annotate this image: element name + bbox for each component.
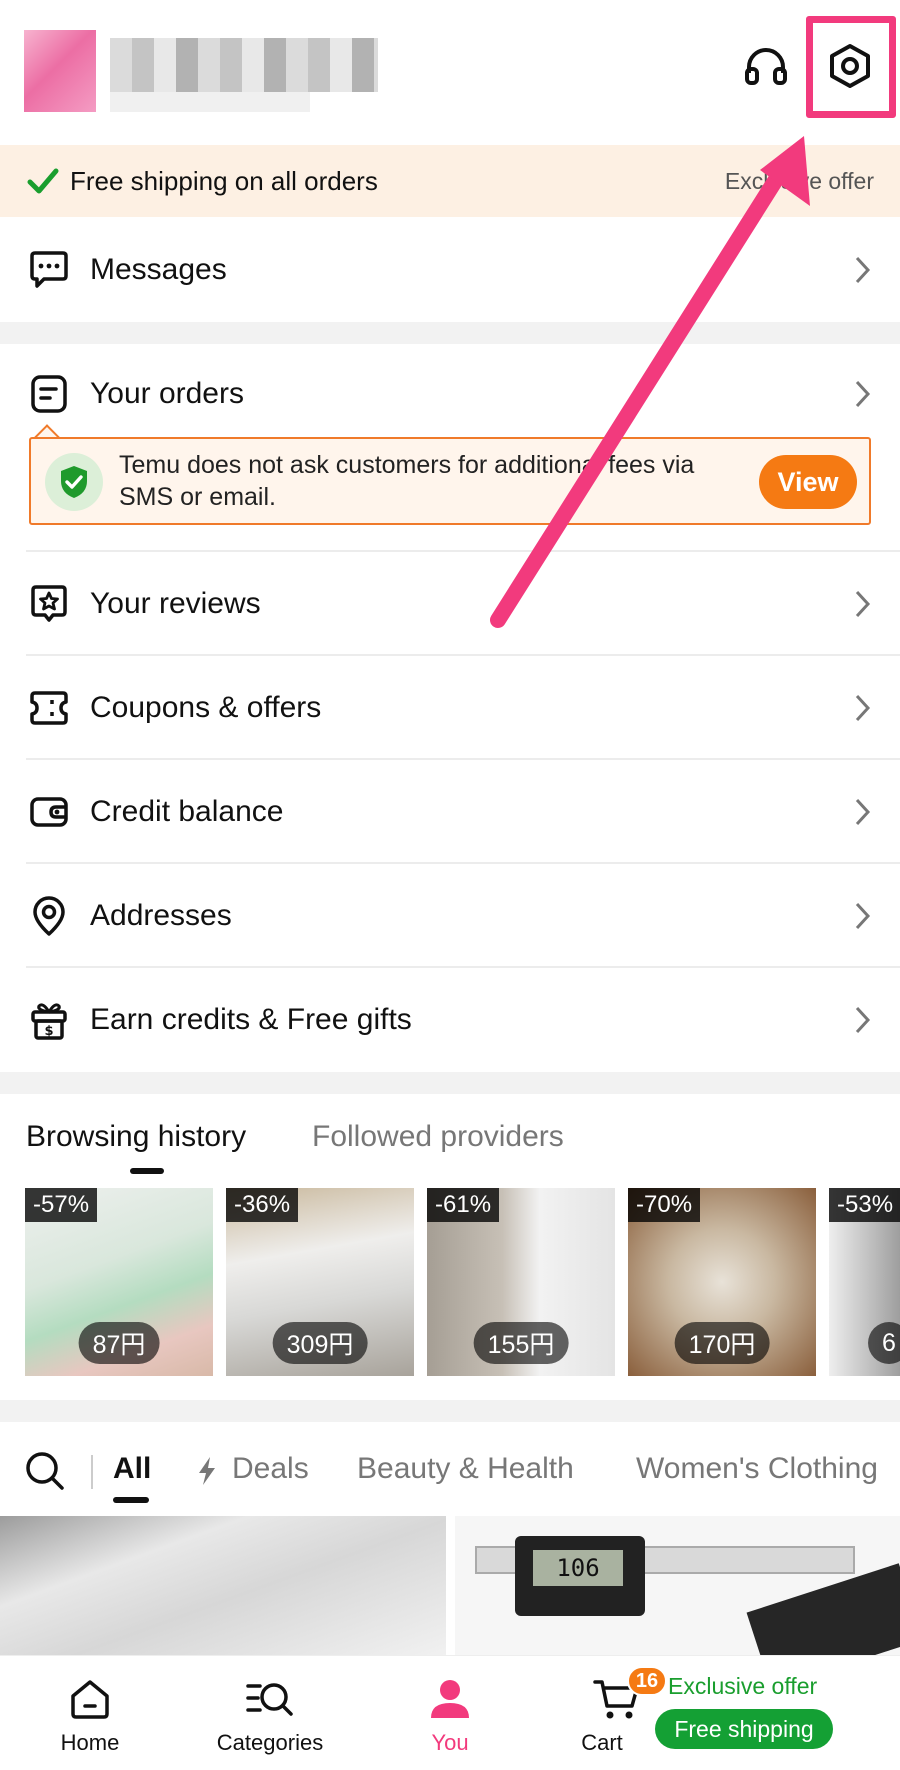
discount-badge: -36% [226,1188,299,1222]
svg-text:$: $ [44,1024,53,1039]
feed-card[interactable]: 106 [455,1516,900,1656]
price-pill: 155円 [473,1322,569,1364]
free-shipping-pill[interactable]: Free shipping [655,1709,833,1749]
tab-all[interactable]: All [113,1452,151,1486]
message-bubble-icon [26,247,72,293]
menu-item-coupons[interactable]: Coupons & offers [0,656,900,759]
menu-label: Coupons & offers [90,690,322,724]
chevron-right-icon [855,694,871,721]
feed-card[interactable] [0,1516,446,1656]
shield-icon [45,453,103,511]
menu-label: Earn credits & Free gifts [90,1003,412,1036]
chevron-right-icon [855,1006,871,1034]
nav-home[interactable]: Home [20,1672,160,1756]
promo-right-text: Exclusive offer [724,167,874,194]
nav-label: Categories [216,1730,324,1755]
person-icon [380,1672,520,1726]
promo-text: Free shipping on all orders [70,165,378,196]
discount-badge: -61% [427,1188,500,1222]
product-card[interactable]: -57% 87円 [25,1188,213,1376]
menu-label: Messages [90,252,227,286]
security-alert: Temu does not ask customers for addition… [29,437,871,525]
location-pin-icon [26,893,72,939]
product-card[interactable]: -36% 309円 [226,1188,414,1376]
menu-label: Credit balance [90,794,284,828]
product-card[interactable]: -70% 170円 [628,1188,816,1376]
chevron-right-icon [855,256,871,283]
product-card[interactable]: -53% 6 [829,1188,900,1376]
alert-message: Temu does not ask customers for addition… [119,451,695,511]
price-pill: 87円 [78,1322,160,1364]
categories-search-icon [200,1672,340,1726]
orders-icon [26,371,72,417]
discount-badge: -57% [25,1188,98,1222]
menu-label: Your orders [90,377,244,410]
username-blurred-sub [110,92,310,112]
coupon-icon [26,685,72,731]
tab-womens-clothing[interactable]: Women's Clothing [636,1452,878,1486]
check-icon [27,168,59,194]
review-star-icon [26,581,72,627]
menu-item-messages[interactable]: Messages [0,217,900,322]
section-gap [0,1400,900,1422]
caliper-box [746,1563,900,1656]
home-icon [20,1672,160,1726]
tab-active-underline [130,1168,164,1174]
discount-badge: -53% [829,1188,900,1222]
menu-label: Your reviews [90,586,261,620]
tab-followed-providers[interactable]: Followed providers [312,1120,564,1154]
section-gap [0,1072,900,1094]
chevron-right-icon [855,380,871,408]
chevron-right-icon [855,902,871,929]
menu-item-reviews[interactable]: Your reviews [0,552,900,655]
nav-you[interactable]: You [380,1672,520,1756]
menu-item-earn-credits[interactable]: $ Earn credits & Free gifts [0,968,900,1072]
product-card[interactable]: -61% 155円 [427,1188,615,1376]
settings-highlight-box [806,16,896,118]
nav-label: You [431,1730,469,1755]
view-button[interactable]: View [759,455,857,509]
headphones-icon[interactable] [736,36,796,96]
nav-label: Home [60,1730,120,1755]
username-blurred [110,38,378,92]
menu-item-orders[interactable]: Your orders [0,344,900,444]
price-pill: 170円 [674,1322,770,1364]
lightning-icon [199,1457,215,1485]
tab-deals[interactable]: Deals [232,1452,309,1486]
caliper-display: 106 [533,1550,623,1586]
search-divider [91,1455,93,1489]
gift-icon: $ [26,997,72,1043]
tab-browsing-history[interactable]: Browsing history [26,1120,246,1154]
section-gap [0,322,900,344]
menu-item-credit-balance[interactable]: Credit balance [0,760,900,863]
tab-active-underline [113,1497,149,1503]
tab-beauty-health[interactable]: Beauty & Health [357,1452,574,1486]
exclusive-offer-text: Exclusive offer [668,1673,818,1699]
search-icon[interactable] [24,1450,66,1492]
profile-header [0,0,900,145]
discount-badge: -70% [628,1188,701,1222]
cart-count-badge: 16 [627,1666,667,1696]
nav-categories[interactable]: Categories [200,1672,340,1756]
price-pill: 309円 [272,1322,368,1364]
chevron-right-icon [855,590,871,617]
chevron-right-icon [855,798,871,825]
free-shipping-banner[interactable]: Free shipping on all orders Exclusive of… [0,145,900,217]
avatar[interactable] [24,30,96,112]
menu-item-addresses[interactable]: Addresses [0,864,900,967]
wallet-icon [26,789,72,835]
menu-label: Addresses [90,898,232,932]
